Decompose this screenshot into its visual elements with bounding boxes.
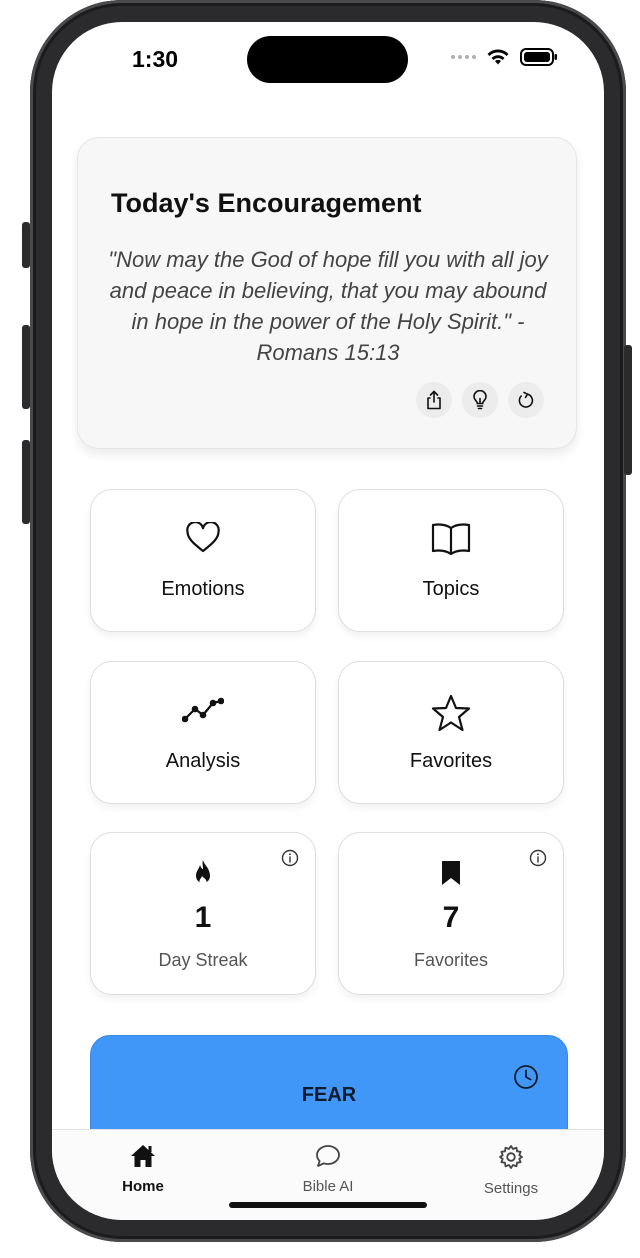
status-time: 1:30 xyxy=(132,46,179,72)
tab-settings[interactable]: Settings xyxy=(451,1144,571,1197)
tile-label: Topics xyxy=(422,578,480,600)
bookmark-icon xyxy=(442,861,460,885)
favorites-label: Favorites xyxy=(413,950,489,970)
trend-line-icon xyxy=(182,697,224,723)
stat-card-streak: 1 Day Streak xyxy=(90,832,316,995)
power-button xyxy=(624,345,632,475)
dynamic-island xyxy=(247,36,408,83)
tab-bar: Home Bible AI Settings xyxy=(52,1129,604,1220)
encouragement-title: Today's Encouragement xyxy=(111,188,422,218)
gear-icon xyxy=(499,1145,523,1169)
tile-label: Emotions xyxy=(161,578,245,600)
insight-button[interactable] xyxy=(462,382,498,418)
tile-emotions[interactable]: Emotions xyxy=(90,489,316,632)
emotion-label: FEAR xyxy=(301,1084,357,1106)
tab-label: Bible AI xyxy=(302,1178,354,1195)
streak-label: Day Streak xyxy=(158,950,248,970)
home-indicator xyxy=(229,1202,427,1208)
mute-switch xyxy=(22,222,30,268)
share-icon xyxy=(427,390,441,410)
refresh-button[interactable] xyxy=(508,382,544,418)
star-icon xyxy=(431,694,471,732)
tile-analysis[interactable]: Analysis xyxy=(90,661,316,804)
streak-count: 1 xyxy=(194,901,212,934)
tile-topics[interactable]: Topics xyxy=(338,489,564,632)
status-icons xyxy=(451,48,558,66)
tab-label: Home xyxy=(122,1178,164,1195)
tile-label: Analysis xyxy=(165,750,241,772)
tab-home[interactable]: Home xyxy=(83,1144,203,1195)
volume-down-button xyxy=(22,440,30,524)
clock-icon[interactable] xyxy=(513,1064,539,1090)
encouragement-actions xyxy=(416,382,544,418)
volume-up-button xyxy=(22,325,30,409)
stat-card-favorites: 7 Favorites xyxy=(338,832,564,995)
favorites-count: 7 xyxy=(442,901,460,934)
tile-label: Favorites xyxy=(409,750,493,772)
chat-bubble-icon xyxy=(316,1145,340,1167)
app-screen: 1:30 Today's Encouragement "Now may the … xyxy=(52,22,604,1220)
book-icon xyxy=(431,523,471,556)
encouragement-card: Today's Encouragement "Now may the God o… xyxy=(77,137,577,449)
encouragement-quote: "Now may the God of hope fill you with a… xyxy=(108,247,548,365)
tab-bible-ai[interactable]: Bible AI xyxy=(268,1144,388,1195)
share-button[interactable] xyxy=(416,382,452,418)
tile-favorites[interactable]: Favorites xyxy=(338,661,564,804)
status-bar: 1:30 xyxy=(52,22,604,102)
wifi-icon xyxy=(487,49,509,65)
lightbulb-icon xyxy=(473,390,487,410)
flame-icon xyxy=(196,860,210,885)
house-icon xyxy=(131,1145,155,1167)
heart-icon xyxy=(186,522,220,553)
tab-label: Settings xyxy=(483,1180,539,1197)
cellular-signal-icon xyxy=(451,55,476,59)
refresh-icon xyxy=(518,391,534,408)
battery-icon xyxy=(520,48,557,66)
